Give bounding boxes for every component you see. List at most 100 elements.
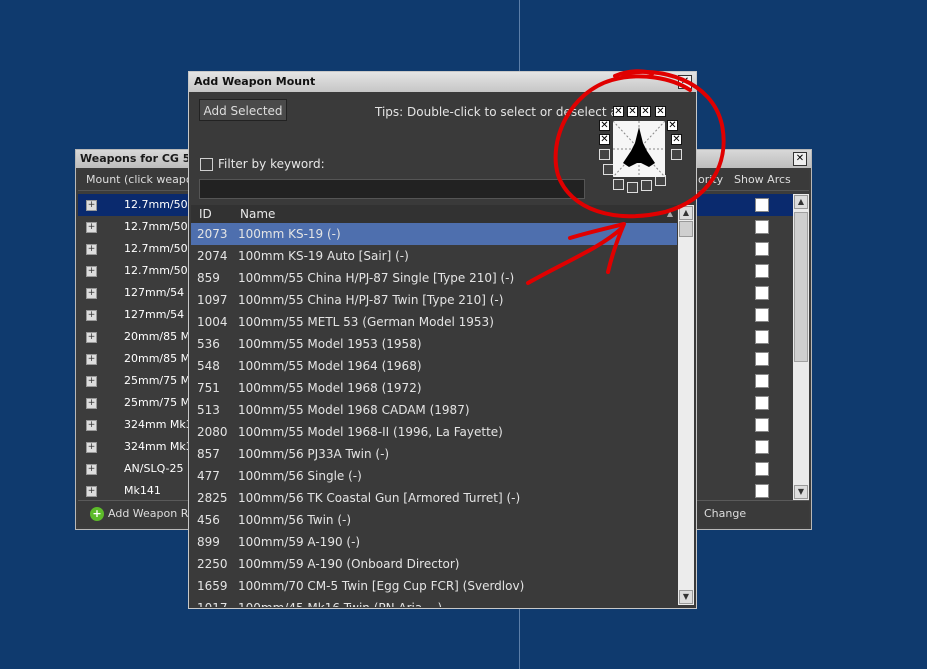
show-arcs-checkbox[interactable]	[755, 308, 769, 322]
close-icon[interactable]: ✕	[793, 152, 807, 166]
show-arcs-checkbox[interactable]	[755, 242, 769, 256]
mount-row[interactable]: 1659 100mm/70 CM-5 Twin [Egg Cup FCR] (Sv…	[191, 575, 677, 597]
expand-icon[interactable]: +	[86, 486, 97, 497]
mount-name: 100mm/59 A-190 (Onboard Director)	[238, 557, 460, 571]
show-arcs-checkbox[interactable]	[755, 396, 769, 410]
show-arcs-checkbox[interactable]	[755, 286, 769, 300]
column-show-arcs[interactable]: Show Arcs	[734, 170, 791, 190]
mount-list-header: ID Name ▲	[191, 205, 677, 224]
expand-icon[interactable]: +	[86, 266, 97, 277]
mount-row[interactable]: 857 100mm/56 PJ33A Twin (-)	[191, 443, 677, 465]
add-selected-button[interactable]: Add Selected	[199, 99, 287, 121]
add-weapon-label: Add Weapon Rec	[108, 507, 201, 520]
mount-row[interactable]: 2080 100mm/55 Model 1968-II (1996, La Fay…	[191, 421, 677, 443]
mount-row[interactable]: 536 100mm/55 Model 1953 (1958)	[191, 333, 677, 355]
column-id[interactable]: ID	[199, 205, 212, 223]
expand-icon[interactable]: +	[86, 420, 97, 431]
show-arcs-checkbox[interactable]	[755, 462, 769, 476]
mount-name: 100mm/45 Mk16 Twin (PN Aria... )	[238, 597, 442, 607]
arc-box-checked[interactable]: ✕	[599, 134, 610, 145]
mount-row[interactable]: 1004 100mm/55 METL 53 (German Model 1953)	[191, 311, 677, 333]
expand-icon[interactable]: +	[86, 332, 97, 343]
arc-box-unchecked[interactable]	[627, 182, 638, 193]
scrollbar-thumb[interactable]	[794, 212, 808, 362]
arc-box-unchecked[interactable]	[599, 149, 610, 160]
arc-box-checked[interactable]: ✕	[671, 134, 682, 145]
scroll-down-icon[interactable]: ▼	[679, 590, 693, 604]
mount-row[interactable]: 456 100mm/56 Twin (-)	[191, 509, 677, 531]
weapon-name: 25mm/75 Mk	[124, 374, 197, 387]
mount-row[interactable]: 859 100mm/55 China H/PJ-87 Single [Type 2…	[191, 267, 677, 289]
mount-name: 100mm KS-19 (-)	[238, 227, 341, 241]
weapon-name: Mk141	[124, 484, 161, 497]
mount-row[interactable]: 477 100mm/56 Single (-)	[191, 465, 677, 487]
arc-box-unchecked[interactable]	[641, 180, 652, 191]
mount-row[interactable]: 1017 100mm/45 Mk16 Twin (PN Aria... )	[191, 597, 677, 607]
expand-icon[interactable]: +	[86, 244, 97, 255]
mount-row[interactable]: 751 100mm/55 Model 1968 (1972)	[191, 377, 677, 399]
expand-icon[interactable]: +	[86, 442, 97, 453]
expand-icon[interactable]: +	[86, 200, 97, 211]
show-arcs-checkbox[interactable]	[755, 374, 769, 388]
show-arcs-checkbox[interactable]	[755, 418, 769, 432]
show-arcs-checkbox[interactable]	[755, 352, 769, 366]
mount-id: 1004	[197, 315, 228, 329]
mount-id: 513	[197, 403, 220, 417]
arc-box-checked[interactable]: ✕	[627, 106, 638, 117]
column-mount[interactable]: Mount (click weapon	[86, 170, 200, 190]
mount-row[interactable]: 2073 100mm KS-19 (-)	[191, 223, 677, 245]
mount-row[interactable]: 548 100mm/55 Model 1964 (1968)	[191, 355, 677, 377]
arc-box-checked[interactable]: ✕	[640, 106, 651, 117]
mount-row[interactable]: 513 100mm/55 Model 1968 CADAM (1987)	[191, 399, 677, 421]
mount-id: 477	[197, 469, 220, 483]
arc-box-unchecked[interactable]	[613, 179, 624, 190]
show-arcs-checkbox[interactable]	[755, 330, 769, 344]
expand-icon[interactable]: +	[86, 310, 97, 321]
filter-checkbox[interactable]	[200, 158, 213, 171]
keyword-input[interactable]	[199, 179, 585, 199]
mount-row[interactable]: 899 100mm/59 A-190 (-)	[191, 531, 677, 553]
filter-label: Filter by keyword:	[218, 157, 325, 171]
expand-icon[interactable]: +	[86, 398, 97, 409]
change-button[interactable]: Change	[704, 505, 746, 523]
mount-name: 100mm/56 Single (-)	[238, 469, 362, 483]
show-arcs-checkbox[interactable]	[755, 198, 769, 212]
add-weapon-mount-dialog: Add Weapon Mount ✕ Add Selected Tips: Do…	[188, 71, 697, 609]
scroll-up-icon[interactable]: ▲	[794, 195, 808, 209]
mount-row[interactable]: 2074 100mm KS-19 Auto [Sair] (-)	[191, 245, 677, 267]
expand-icon[interactable]: +	[86, 222, 97, 233]
mount-row[interactable]: 2825 100mm/56 TK Coastal Gun [Armored Tur…	[191, 487, 677, 509]
scroll-up-icon[interactable]: ▲	[679, 206, 693, 220]
add-weapon-button[interactable]: + Add Weapon Rec	[90, 505, 201, 523]
arc-box-checked[interactable]: ✕	[655, 106, 666, 117]
weapon-name: 127mm/54 M	[124, 308, 198, 321]
show-arcs-checkbox[interactable]	[755, 220, 769, 234]
mount-id: 548	[197, 359, 220, 373]
weapons-scrollbar[interactable]: ▲ ▼	[793, 194, 809, 500]
scroll-down-icon[interactable]: ▼	[794, 485, 808, 499]
arc-box-checked[interactable]: ✕	[667, 120, 678, 131]
column-priority[interactable]: ority	[698, 170, 723, 190]
mount-id: 456	[197, 513, 220, 527]
mount-name: 100mm/55 Model 1968-II (1996, La Fayette…	[238, 425, 503, 439]
mount-name: 100mm/55 Model 1968 CADAM (1987)	[238, 403, 470, 417]
show-arcs-checkbox[interactable]	[755, 264, 769, 278]
expand-icon[interactable]: +	[86, 354, 97, 365]
mount-list-scrollbar[interactable]: ▲ ▼	[678, 205, 694, 605]
mount-row[interactable]: 1097 100mm/55 China H/PJ-87 Twin [Type 21…	[191, 289, 677, 311]
column-name[interactable]: Name	[240, 205, 275, 223]
arc-box-checked[interactable]: ✕	[599, 120, 610, 131]
mount-row[interactable]: 2250 100mm/59 A-190 (Onboard Director)	[191, 553, 677, 575]
expand-icon[interactable]: +	[86, 376, 97, 387]
mount-name: 100mm/70 CM-5 Twin [Egg Cup FCR] (Sverdl…	[238, 579, 525, 593]
expand-icon[interactable]: +	[86, 288, 97, 299]
arc-box-checked[interactable]: ✕	[613, 106, 624, 117]
show-arcs-checkbox[interactable]	[755, 484, 769, 498]
mount-name: 100mm/56 Twin (-)	[238, 513, 352, 527]
dialog-close-icon[interactable]: ✕	[678, 75, 692, 89]
show-arcs-checkbox[interactable]	[755, 440, 769, 454]
expand-icon[interactable]: +	[86, 464, 97, 475]
arc-box-unchecked[interactable]	[671, 149, 682, 160]
add-icon: +	[90, 507, 104, 521]
scrollbar-thumb[interactable]	[679, 221, 693, 237]
